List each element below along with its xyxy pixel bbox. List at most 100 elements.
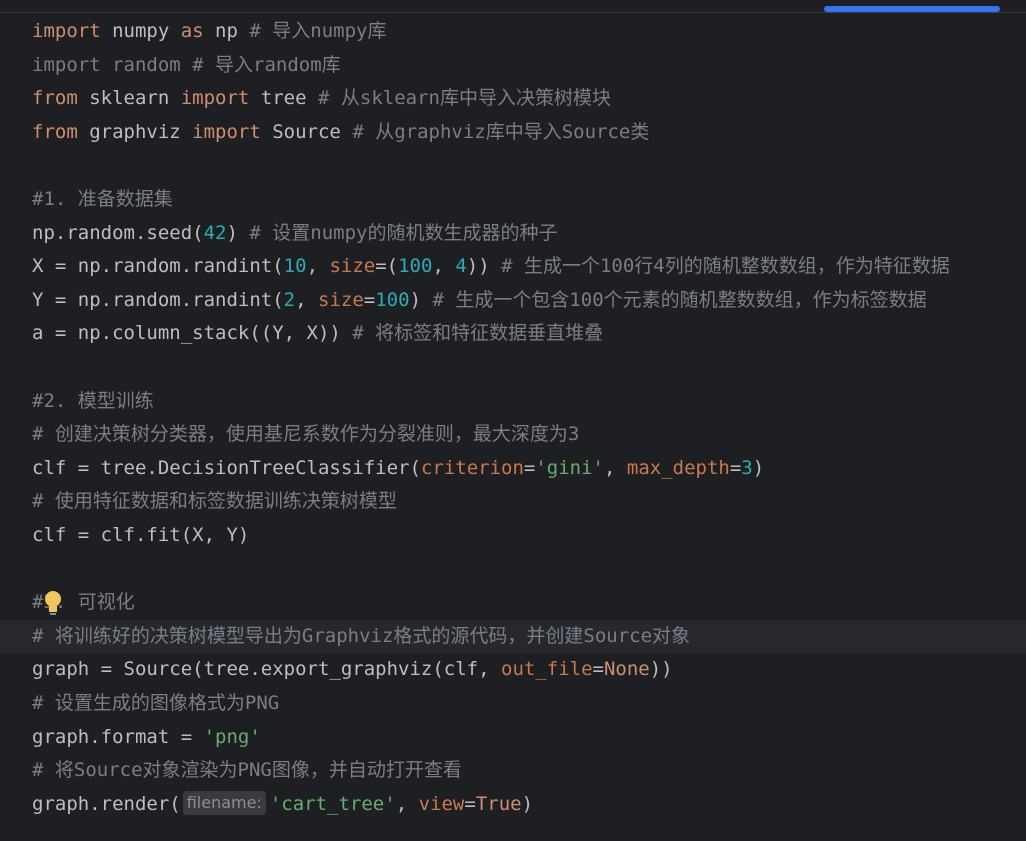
- code-token: ): [409, 288, 433, 311]
- code-token: criterion: [420, 456, 524, 479]
- code-line[interactable]: #2. 模型训练: [0, 385, 1026, 419]
- code-token: # 将Source对象渲染为PNG图像，并自动打开查看: [32, 759, 462, 782]
- code-line[interactable]: [0, 351, 1026, 385]
- code-token: clf = clf.fit(X, Y): [32, 524, 250, 546]
- code-token: =: [592, 658, 604, 681]
- code-token: =: [464, 792, 476, 815]
- code-line-content: import numpy as np # 导入numpy库: [32, 15, 386, 49]
- code-token: # 使用特征数据和标签数据训练决策树模型: [32, 490, 397, 513]
- code-line[interactable]: [0, 553, 1026, 587]
- horizontal-scrollbar-thumb[interactable]: [824, 6, 1000, 12]
- code-token: out_file: [501, 658, 593, 681]
- editor-top-bar: [0, 0, 1026, 13]
- code-token: 4: [455, 255, 467, 278]
- code-token: size: [318, 288, 364, 311]
- code-line-content: Y = np.random.randint(2, size=100) # 生成一…: [32, 284, 927, 318]
- code-line-content: # 设置生成的图像格式为PNG: [32, 687, 279, 721]
- code-token: from: [32, 87, 78, 110]
- code-line[interactable]: #1. 准备数据集: [0, 183, 1026, 217]
- code-token: 'png': [203, 725, 261, 748]
- code-token: ,: [306, 255, 330, 278]
- lightbulb-icon[interactable]: [42, 590, 64, 616]
- code-token: # 创建决策树分类器，使用基尼系数作为分裂准则，最大深度为3: [32, 423, 580, 446]
- code-line[interactable]: a = np.column_stack((Y, X)) # 将标签和特征数据垂直…: [0, 317, 1026, 351]
- code-line[interactable]: # 将训练好的决策树模型导出为Graphviz格式的源代码，并创建Source对…: [0, 619, 1026, 654]
- code-token: clf = tree.DecisionTreeClassifier(: [32, 456, 421, 479]
- code-token: # 生成一个包含100个元素的随机整数数组，作为标签数据: [432, 288, 927, 311]
- code-line-content: clf = clf.fit(X, Y): [32, 519, 249, 553]
- code-token: # 生成一个100行4列的随机整数数组，作为特征数据: [501, 255, 950, 278]
- code-token: 42: [203, 221, 227, 244]
- code-line[interactable]: from sklearn import tree # 从sklearn库中导入决…: [0, 82, 1026, 116]
- code-line[interactable]: # 设置生成的图像格式为PNG: [0, 687, 1026, 721]
- code-line[interactable]: Y = np.random.randint(2, size=100) # 生成一…: [0, 284, 1026, 318]
- code-token: =(: [375, 255, 399, 278]
- code-line[interactable]: X = np.random.randint(10, size=(100, 4))…: [0, 250, 1026, 284]
- code-line[interactable]: graph.render(filename:'cart_tree', view=…: [0, 788, 1026, 822]
- code-line-content: # 将训练好的决策树模型导出为Graphviz格式的源代码，并创建Source对…: [32, 620, 690, 654]
- code-line[interactable]: np.random.seed(42) # 设置numpy的随机数生成器的种子: [0, 217, 1026, 251]
- code-line-content: # 将Source对象渲染为PNG图像，并自动打开查看: [32, 754, 462, 788]
- code-token: =: [523, 456, 536, 479]
- code-line-content: #1. 准备数据集: [32, 183, 173, 217]
- code-token: )): [649, 658, 673, 681]
- code-line[interactable]: # 使用特征数据和标签数据训练决策树模型: [0, 485, 1026, 519]
- code-line[interactable]: clf = tree.DecisionTreeClassifier(criter…: [0, 452, 1026, 486]
- code-line-content: from graphviz import Source # 从graphviz库…: [32, 116, 649, 150]
- code-line-content: # 创建决策树分类器，使用基尼系数作为分裂准则，最大深度为3: [32, 418, 579, 452]
- code-token: graph.format =: [32, 725, 204, 748]
- code-token: sklearn: [77, 87, 181, 110]
- code-line[interactable]: graph.format = 'png': [0, 721, 1026, 755]
- code-line-content: #2. 模型训练: [32, 385, 154, 419]
- code-line[interactable]: import numpy as np # 导入numpy库: [0, 15, 1026, 49]
- code-line[interactable]: # 创建决策树分类器，使用基尼系数作为分裂准则，最大深度为3: [0, 418, 1026, 452]
- code-line-content: from sklearn import tree # 从sklearn库中导入决…: [32, 82, 611, 116]
- code-line[interactable]: from graphviz import Source # 从graphviz库…: [0, 116, 1026, 150]
- code-token: import: [32, 20, 101, 42]
- code-token: 10: [283, 255, 307, 278]
- code-line-content: graph.format = 'png': [32, 721, 261, 755]
- code-editor[interactable]: import numpy as np # 导入numpy库 import rand…: [0, 0, 1026, 841]
- code-token: 2: [283, 288, 296, 311]
- code-token: # 从graphviz库中导入Source类: [352, 120, 650, 143]
- code-token: 100: [398, 255, 433, 278]
- code-token: ,: [295, 288, 319, 311]
- code-token: numpy: [100, 20, 181, 42]
- code-token: import: [180, 87, 250, 110]
- code-line[interactable]: graph = Source(tree.export_graphviz(clf,…: [0, 653, 1026, 687]
- code-token: from: [32, 120, 78, 143]
- code-token: 'cart_tree': [269, 792, 396, 815]
- code-token: =: [363, 288, 376, 311]
- code-token: 3: [741, 456, 753, 479]
- code-line-content: graph.render(filename:'cart_tree', view=…: [32, 788, 533, 822]
- code-token: size: [329, 255, 376, 278]
- code-token: )): [466, 255, 502, 278]
- code-line[interactable]: import random # 导入random库: [0, 49, 1026, 83]
- code-token: # 设置生成的图像格式为PNG: [32, 692, 280, 714]
- code-token: #1. 准备数据集: [32, 188, 173, 210]
- code-token: np: [203, 20, 250, 42]
- code-line[interactable]: [0, 149, 1026, 183]
- code-token: True: [475, 792, 522, 815]
- code-token: as: [180, 20, 204, 42]
- code-token: ): [521, 792, 534, 815]
- code-token: ,: [395, 792, 419, 815]
- code-token: a = np.column_stack((Y, X)): [32, 322, 353, 345]
- code-line-content: graph = Source(tree.export_graphviz(clf,…: [32, 653, 673, 687]
- code-token: # 将标签和特征数据垂直堆叠: [352, 322, 604, 345]
- code-token: # 将训练好的决策树模型导出为Graphviz格式的源代码，并创建Source对…: [32, 624, 691, 647]
- code-line[interactable]: # 将Source对象渲染为PNG图像，并自动打开查看: [0, 754, 1026, 788]
- code-token: 100: [375, 288, 410, 311]
- code-token: ): [752, 456, 765, 479]
- code-line[interactable]: #3. 可视化: [0, 586, 1026, 620]
- code-line-content: # 使用特征数据和标签数据训练决策树模型: [32, 485, 397, 519]
- code-line-content: X = np.random.randint(10, size=(100, 4))…: [32, 250, 950, 284]
- code-token: # 导入numpy库: [249, 20, 387, 42]
- code-line-content: import random # 导入random库: [32, 49, 341, 83]
- code-token: Y = np.random.randint(: [32, 288, 284, 311]
- parameter-hint: filename:: [182, 790, 266, 815]
- code-token: ,: [432, 255, 456, 278]
- code-token: np.random.seed(: [32, 221, 204, 244]
- code-line-content: clf = tree.DecisionTreeClassifier(criter…: [32, 452, 764, 486]
- code-line[interactable]: clf = clf.fit(X, Y): [0, 519, 1026, 553]
